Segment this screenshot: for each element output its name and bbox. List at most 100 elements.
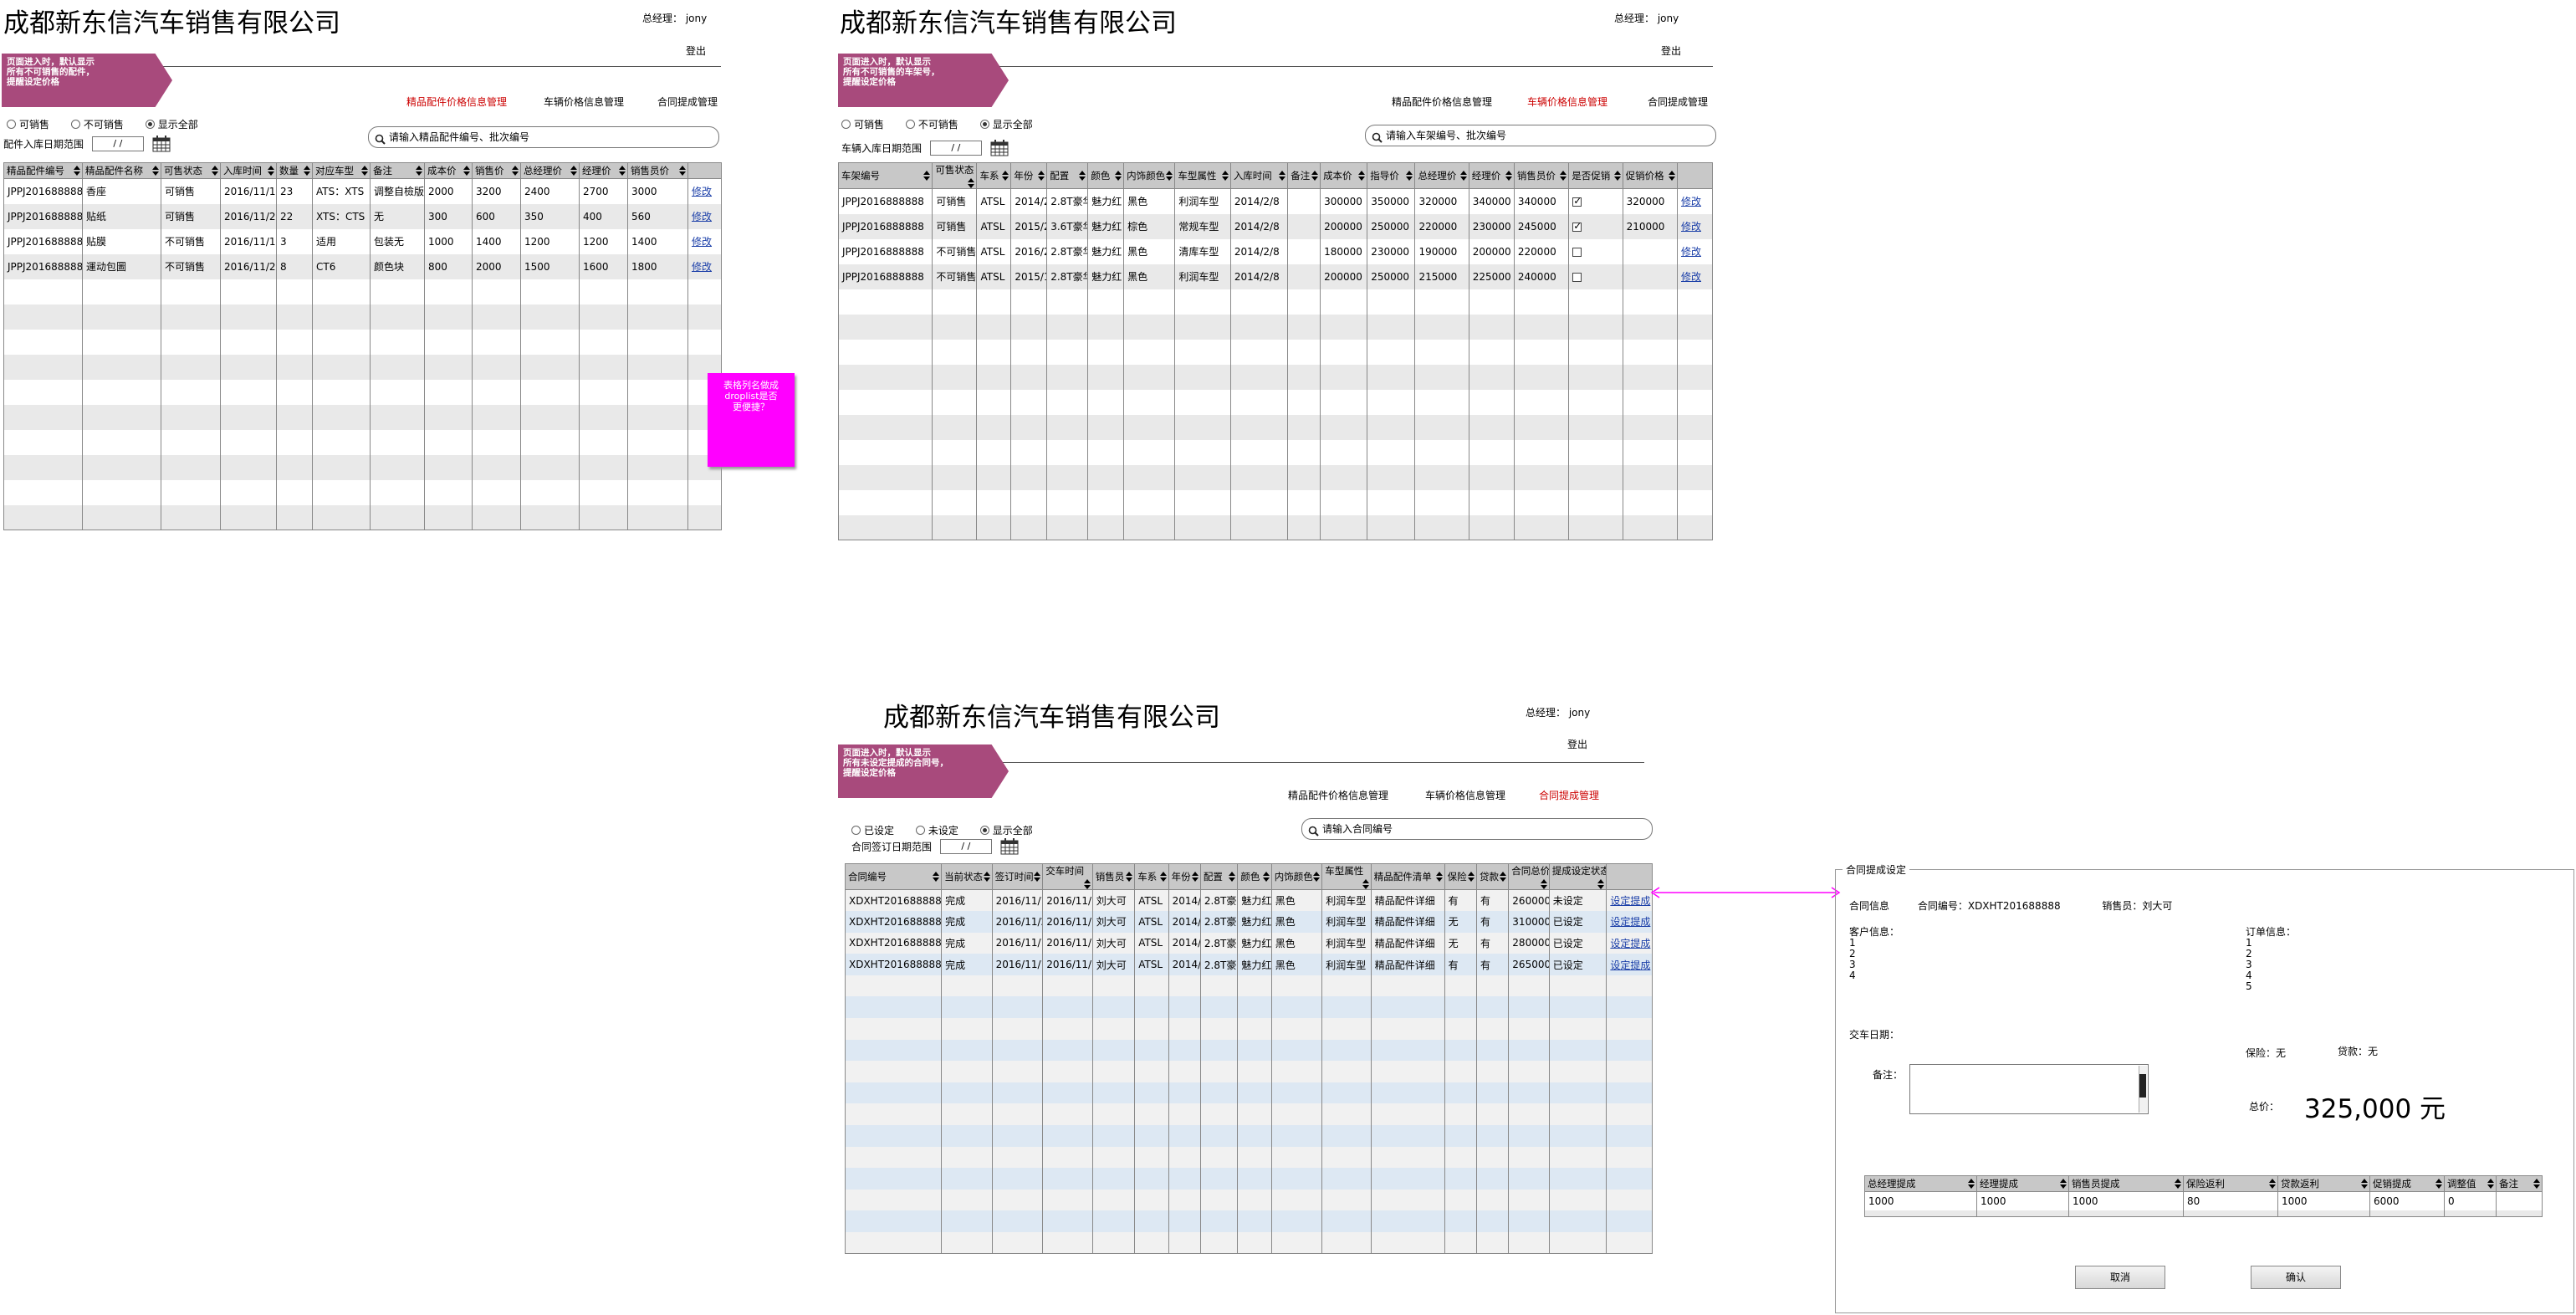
sort-icon[interactable] [1166, 171, 1173, 181]
sort-icon[interactable] [2060, 1179, 2067, 1189]
column-header[interactable]: 提成设定状态 [1548, 863, 1607, 890]
radio-sellable[interactable] [841, 120, 851, 129]
column-header[interactable]: 销售员提成 [2068, 1175, 2184, 1192]
column-header[interactable]: 调整值 [2444, 1175, 2497, 1192]
sort-icon[interactable] [463, 166, 470, 176]
column-header[interactable]: 对应车型 [312, 162, 371, 179]
edit-link[interactable]: 修改 [1681, 196, 1701, 207]
sort-icon[interactable] [1540, 879, 1547, 889]
search-input[interactable]: 请输入合同编号 [1301, 818, 1653, 840]
sort-icon[interactable] [968, 178, 975, 188]
sort-icon[interactable] [1968, 1179, 1975, 1189]
edit-link[interactable]: 修改 [692, 261, 712, 273]
radio-sellable[interactable] [7, 120, 16, 129]
column-header[interactable]: 促销提成 [2369, 1175, 2445, 1192]
commission-cell[interactable]: 0 [2444, 1191, 2497, 1210]
column-header[interactable]: 内饰颜色 [1270, 863, 1323, 890]
commission-cell[interactable]: 6000 [2369, 1191, 2445, 1210]
sort-icon[interactable] [1613, 171, 1621, 181]
sort-icon[interactable] [983, 872, 990, 882]
sort-icon[interactable] [2435, 1179, 2442, 1189]
column-header[interactable]: 颜色 [1237, 863, 1272, 890]
commission-cell[interactable] [2496, 1191, 2543, 1210]
tab-vehicle-price[interactable]: 车辆价格信息管理 [544, 95, 624, 109]
column-header[interactable]: 总经理价 [1414, 162, 1469, 189]
tab-contract-commission[interactable]: 合同提成管理 [1539, 788, 1599, 802]
promotion-checkbox[interactable] [1572, 220, 1582, 232]
column-header[interactable]: 精品配件名称 [82, 162, 161, 179]
column-header[interactable]: 颜色 [1087, 162, 1125, 189]
logout-link[interactable]: 登出 [686, 43, 706, 58]
column-header[interactable]: 交车时间 [1042, 863, 1093, 890]
column-header[interactable]: 保险返利 [2183, 1175, 2278, 1192]
column-header[interactable]: 精品配件清单 [1370, 863, 1445, 890]
column-header[interactable]: 车系 [976, 162, 1012, 189]
sort-icon[interactable] [1313, 872, 1321, 882]
sort-icon[interactable] [1505, 171, 1512, 181]
edit-link[interactable]: 修改 [1681, 271, 1701, 283]
date-input[interactable]: / / [939, 839, 992, 854]
column-header[interactable]: 成本价 [424, 162, 473, 179]
edit-link[interactable]: 修改 [1681, 246, 1701, 258]
edit-link[interactable]: 修改 [1681, 221, 1701, 233]
remark-textarea[interactable] [1909, 1064, 2149, 1114]
column-header[interactable]: 贷款 [1475, 863, 1510, 890]
date-input[interactable]: / / [929, 141, 982, 156]
column-header[interactable]: 入库时间 [1229, 162, 1289, 189]
sort-icon[interactable] [361, 166, 368, 176]
tab-accessory-price[interactable]: 精品配件价格信息管理 [1392, 95, 1492, 109]
column-header[interactable]: 经理提成 [1976, 1175, 2069, 1192]
sort-icon[interactable] [74, 166, 80, 176]
edit-link[interactable]: 修改 [692, 211, 712, 223]
logout-link[interactable]: 登出 [1661, 43, 1681, 58]
column-header[interactable]: 合同编号 [844, 863, 943, 890]
commission-cell[interactable]: 1000 [2277, 1191, 2370, 1210]
promotion-checkbox[interactable] [1572, 195, 1582, 207]
column-header[interactable]: 车系 [1134, 863, 1169, 890]
column-header[interactable]: 经理价 [579, 162, 628, 179]
sort-icon[interactable] [1358, 171, 1366, 181]
column-header[interactable]: 总经理提成 [1864, 1175, 1977, 1192]
sort-icon[interactable] [619, 166, 626, 176]
cancel-button[interactable]: 取消 [2075, 1266, 2165, 1289]
set-commission-link[interactable]: 设定提成 [1610, 895, 1650, 907]
column-header[interactable]: 配置 [1199, 863, 1239, 890]
sort-icon[interactable] [1262, 872, 1270, 882]
sort-icon[interactable] [1459, 171, 1467, 181]
commission-cell[interactable]: 1000 [1864, 1191, 1977, 1210]
sort-icon[interactable] [2269, 1179, 2276, 1189]
sort-icon[interactable] [1279, 171, 1286, 181]
column-header[interactable]: 促销价格 [1622, 162, 1679, 189]
column-header[interactable]: 合同总价 [1508, 863, 1550, 890]
promotion-checkbox[interactable] [1572, 247, 1582, 257]
column-header[interactable]: 贷款返利 [2277, 1175, 2370, 1192]
sort-icon[interactable] [1311, 171, 1319, 181]
column-header[interactable]: 销售员价 [627, 162, 688, 179]
column-header[interactable]: 车型属性 [1174, 162, 1231, 189]
column-header[interactable]: 销售员价 [1513, 162, 1570, 189]
radio-show-all[interactable] [145, 120, 155, 129]
radio-set[interactable] [851, 826, 861, 835]
commission-cell[interactable]: 80 [2183, 1191, 2278, 1210]
commission-cell[interactable]: 1000 [2068, 1191, 2184, 1210]
column-header[interactable]: 车型属性 [1321, 863, 1372, 890]
calendar-icon[interactable] [152, 136, 171, 152]
sort-icon[interactable] [570, 166, 577, 176]
sort-icon[interactable] [1560, 171, 1567, 181]
calendar-icon[interactable] [1000, 838, 1019, 855]
sort-icon[interactable] [1669, 171, 1675, 181]
commission-cell[interactable]: 1000 [1976, 1191, 2069, 1210]
column-header[interactable]: 经理价 [1468, 162, 1515, 189]
set-commission-link[interactable]: 设定提成 [1610, 938, 1650, 949]
sort-icon[interactable] [1115, 171, 1122, 181]
column-header[interactable]: 备注 [1287, 162, 1321, 189]
sort-icon[interactable] [1467, 872, 1475, 882]
column-header[interactable]: 签订时间 [991, 863, 1044, 890]
sort-icon[interactable] [268, 166, 274, 176]
sort-icon[interactable] [1406, 171, 1413, 181]
column-header[interactable]: 总经理价 [520, 162, 580, 179]
sort-icon[interactable] [1221, 171, 1229, 181]
sort-icon[interactable] [1126, 872, 1133, 882]
sort-icon[interactable] [2175, 1179, 2181, 1189]
column-header[interactable]: 备注 [2496, 1175, 2543, 1192]
